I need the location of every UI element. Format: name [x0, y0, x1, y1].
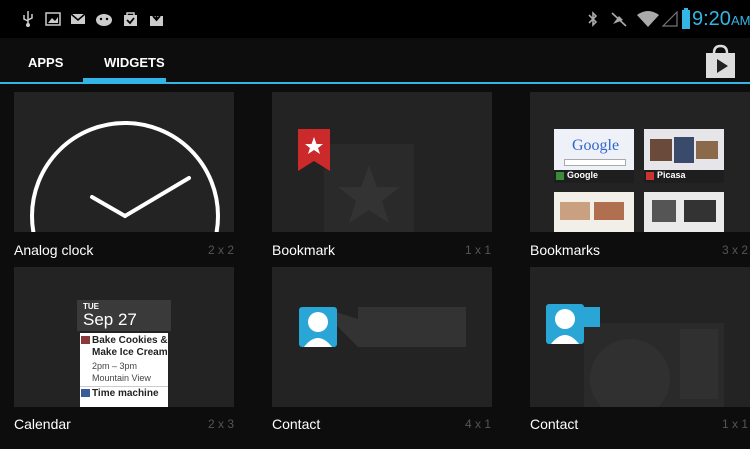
android-debug-icon	[96, 14, 112, 26]
calendar-header: TUE Sep 27	[77, 300, 171, 331]
widget-name-contact-1x1: Contact	[530, 416, 579, 432]
download-icon	[150, 11, 163, 26]
signal-icon	[662, 11, 678, 27]
widget-name-bookmark: Bookmark	[272, 242, 336, 258]
widget-name-calendar: Calendar	[14, 416, 71, 432]
bookmark-thumb-3	[554, 192, 634, 232]
tab-selected-indicator	[83, 78, 166, 83]
gmail-icon	[70, 13, 86, 24]
play-store-icon[interactable]	[704, 44, 737, 80]
widget-size-calendar: 2 x 3	[208, 417, 235, 431]
bookmark-star-icon	[298, 129, 414, 232]
bookmark-caption-google: Google	[554, 170, 634, 183]
usb-icon	[23, 11, 33, 27]
event-place: Mountain View	[92, 373, 151, 383]
screenshot-icon	[45, 12, 61, 26]
widget-name-bookmarks: Bookmarks	[530, 242, 601, 258]
widget-preview-calendar[interactable]: TUE Sep 27 Bake Cookies & Make Ice Cream…	[14, 267, 234, 407]
status-bar: 9:20AM	[0, 0, 750, 38]
bookmark-caption-picasa: Picasa	[644, 170, 724, 183]
widget-size-contact-4x1: 4 x 1	[465, 417, 492, 431]
tab-apps[interactable]: APPS	[28, 55, 63, 70]
bluetooth-icon	[588, 11, 598, 27]
event2-title: Time machine	[92, 388, 159, 399]
widget-preview-contact-1x1[interactable]	[530, 267, 750, 407]
calendar-date: Sep 27	[83, 310, 137, 329]
widget-name-contact-4x1: Contact	[272, 416, 321, 432]
google-favicon-icon	[556, 172, 564, 180]
widget-size-contact-1x1: 1 x 1	[722, 417, 749, 431]
event-time: 2pm – 3pm	[92, 361, 138, 371]
google-search-box	[564, 159, 626, 166]
battery-icon	[682, 8, 690, 29]
widget-preview-contact-4x1[interactable]	[272, 267, 492, 407]
shopping-bag-icon	[124, 12, 137, 26]
clock-time: 9:20AM	[692, 8, 750, 30]
analog-clock-icon	[30, 121, 220, 232]
event-title-line-2: Make Ice Cream	[92, 347, 168, 358]
widget-size-bookmarks: 3 x 2	[722, 243, 749, 257]
widget-preview-bookmarks[interactable]: Google Google Picasa	[530, 92, 750, 232]
event2-color-icon	[81, 389, 90, 397]
widget-preview-analog-clock[interactable]	[14, 92, 234, 232]
contact-bar-icon	[299, 307, 466, 347]
wifi-icon	[637, 11, 659, 27]
bookmark-thumb-4	[644, 192, 724, 232]
event-title-line-1: Bake Cookies &	[92, 335, 168, 346]
widget-preview-bookmark[interactable]	[272, 92, 492, 232]
tab-widgets[interactable]: WIDGETS	[104, 55, 165, 70]
event-color-icon	[81, 336, 90, 344]
calendar-event-list: Bake Cookies & Make Ice Cream 2pm – 3pm …	[80, 333, 168, 407]
picasa-favicon-icon	[646, 172, 654, 180]
clock-ampm: AM	[730, 13, 750, 28]
google-logo: Google	[572, 137, 620, 154]
widget-size-bookmark: 1 x 1	[465, 243, 492, 257]
widget-size-analog-clock: 2 x 2	[208, 243, 235, 257]
mute-icon	[611, 12, 627, 27]
widget-name-analog-clock: Analog clock	[14, 242, 94, 258]
contact-card-icon	[546, 304, 724, 407]
